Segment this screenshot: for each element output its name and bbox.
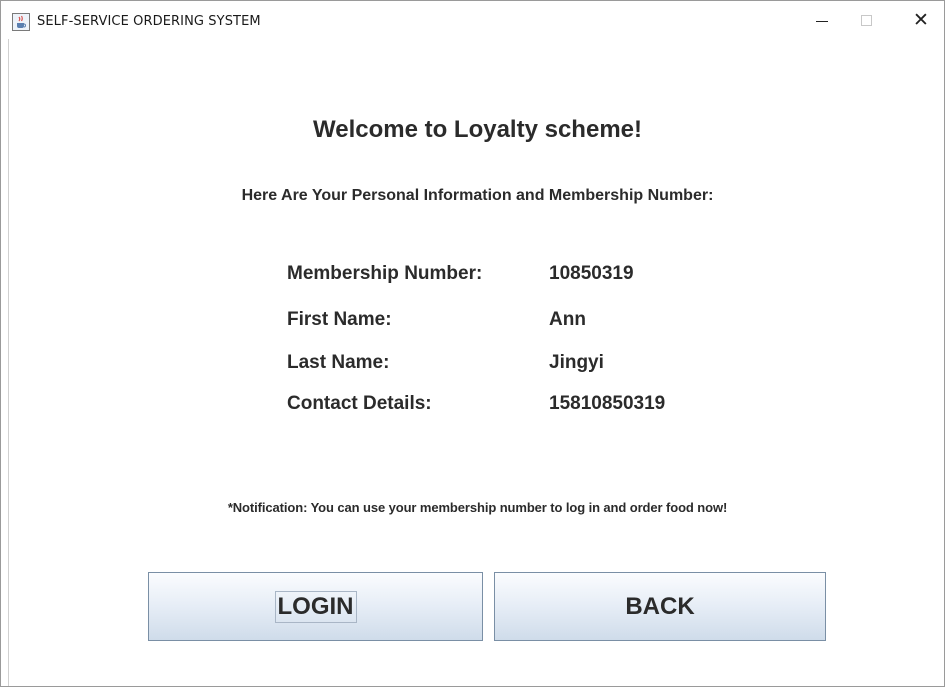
maximize-icon	[860, 14, 872, 26]
minimize-icon	[816, 20, 828, 22]
title-bar[interactable]: SELF-SERVICE ORDERING SYSTEM ✕	[1, 1, 944, 39]
app-window: SELF-SERVICE ORDERING SYSTEM ✕ Welcome t…	[0, 0, 945, 687]
java-cup-icon	[12, 13, 30, 31]
content-panel: Welcome to Loyalty scheme! Here Are Your…	[8, 39, 944, 686]
contact-details-value: 15810850319	[549, 393, 666, 414]
last-name-value: Jingyi	[549, 352, 604, 373]
info-subtitle: Here Are Your Personal Information and M…	[241, 187, 714, 204]
window-title: SELF-SERVICE ORDERING SYSTEM	[37, 14, 261, 29]
notification-text: *Notification: You can use your membersh…	[227, 500, 728, 515]
back-button[interactable]: BACK	[494, 572, 826, 641]
maximize-button[interactable]	[843, 1, 889, 39]
first-name-label: First Name:	[287, 309, 392, 330]
minimize-button[interactable]	[799, 1, 845, 39]
close-button[interactable]: ✕	[898, 1, 944, 39]
first-name-value: Ann	[549, 309, 586, 330]
back-button-label: BACK	[625, 592, 695, 620]
membership-number-value: 10850319	[549, 263, 634, 284]
contact-details-label: Contact Details:	[287, 393, 432, 414]
login-button-label: LOGIN	[274, 590, 357, 623]
close-icon: ✕	[913, 8, 929, 31]
membership-number-label: Membership Number:	[287, 263, 483, 284]
last-name-label: Last Name:	[287, 352, 390, 373]
login-button[interactable]: LOGIN	[148, 572, 483, 641]
welcome-heading: Welcome to Loyalty scheme!	[313, 116, 642, 143]
